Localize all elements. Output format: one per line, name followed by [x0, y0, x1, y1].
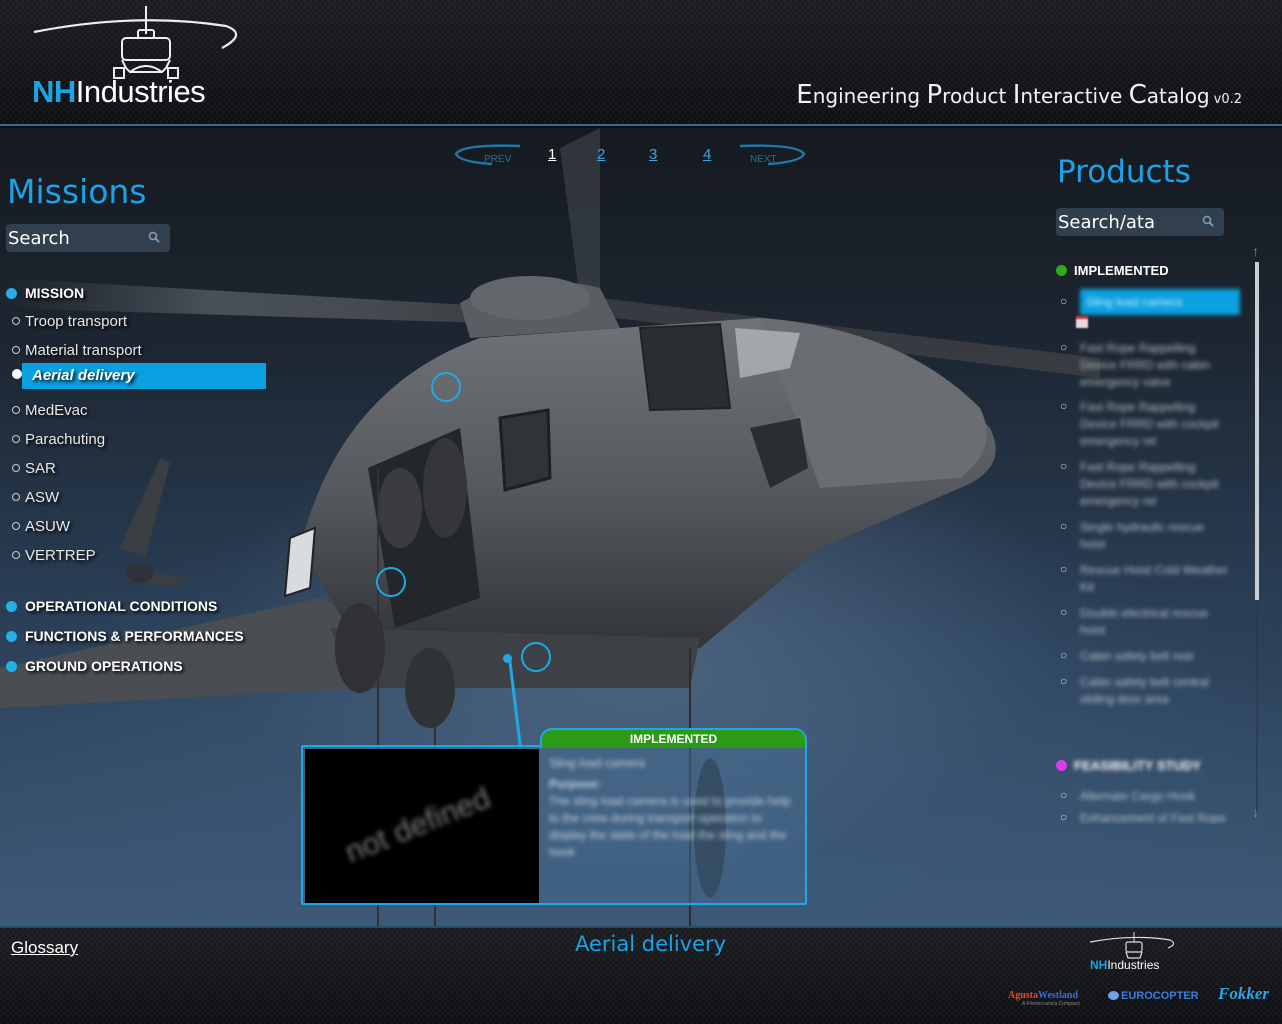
- mission-item-asuw[interactable]: ASUW: [12, 518, 70, 535]
- version-label: v0.2: [1213, 92, 1242, 107]
- category-functions-performances[interactable]: FUNCTIONS & PERFORMANCES: [6, 628, 244, 644]
- hotspot-marker[interactable]: [376, 567, 406, 597]
- nh-industries-small-logo: NHIndustries: [1090, 958, 1160, 972]
- radio-icon: ○: [1060, 399, 1068, 413]
- radio-icon: ○: [1060, 340, 1068, 354]
- pagination: PREV 1 2 3 4 NEXT: [450, 138, 810, 172]
- radio-icon: [12, 522, 20, 530]
- search-icon[interactable]: [148, 231, 160, 243]
- current-mission-label: Aerial delivery: [575, 932, 727, 956]
- calendar-icon: [1076, 316, 1088, 328]
- radio-icon: ○: [1060, 788, 1068, 802]
- bullet-icon: [6, 631, 17, 642]
- bullet-icon: [6, 288, 17, 299]
- radio-selected-icon: [12, 369, 22, 379]
- category-ground-operations[interactable]: GROUND OPERATIONS: [6, 658, 183, 674]
- radio-icon: ○: [1060, 519, 1068, 533]
- mission-search-box: [6, 224, 170, 252]
- mission-item-aerial-delivery[interactable]: Aerial delivery: [12, 363, 266, 389]
- scroll-up-arrow-icon[interactable]: ↑: [1252, 243, 1259, 259]
- title-word: Catalog: [1128, 80, 1210, 110]
- popup-purpose-text: The sling load camera is used to provide…: [549, 794, 791, 859]
- app-title: Engineering Product Interactive Catalog v…: [796, 80, 1242, 110]
- radio-icon: ○: [1060, 810, 1068, 824]
- radio-icon: ○: [1060, 459, 1068, 473]
- radio-icon: [12, 317, 20, 325]
- product-info-popup: not defined Sling load camera Purpose: T…: [301, 728, 807, 906]
- app-footer: Glossary Aerial delivery NHIndustries Ag…: [0, 926, 1282, 1024]
- hotspot-marker-active[interactable]: [521, 642, 551, 672]
- page-2-link[interactable]: 2: [597, 146, 605, 163]
- title-word: Interactive: [1012, 80, 1129, 110]
- scroll-down-arrow-icon[interactable]: ↓: [1252, 804, 1259, 820]
- mission-item-material-transport[interactable]: Material transport: [12, 342, 142, 359]
- status-dot-icon: [1056, 265, 1067, 276]
- radio-icon: [12, 493, 20, 501]
- mission-item-sar[interactable]: SAR: [12, 460, 56, 477]
- page-4-link[interactable]: 4: [703, 146, 711, 163]
- globe-icon: [1108, 991, 1119, 1000]
- next-button[interactable]: NEXT: [750, 154, 777, 165]
- prev-button[interactable]: PREV: [484, 154, 511, 165]
- search-icon[interactable]: [1202, 215, 1214, 227]
- missions-title: Missions: [7, 172, 147, 211]
- glossary-link[interactable]: Glossary: [11, 938, 78, 958]
- bullet-icon: [6, 601, 17, 612]
- radio-icon: ○: [1060, 605, 1068, 619]
- mission-item-vertrep[interactable]: VERTREP: [12, 547, 96, 564]
- agustawestland-tagline: A Finmeccanica Company: [1022, 1001, 1081, 1007]
- popup-purpose-label: Purpose:: [549, 777, 602, 791]
- page-3-link[interactable]: 3: [649, 146, 657, 163]
- product-search-input[interactable]: [1056, 208, 1224, 236]
- mission-item-asw[interactable]: ASW: [12, 489, 59, 506]
- nh-industries-logo: NHIndustries: [32, 74, 206, 109]
- mission-item-troop-transport[interactable]: Troop transport: [12, 313, 127, 330]
- radio-icon: ○: [1060, 674, 1068, 688]
- radio-icon: [12, 464, 20, 472]
- products-title: Products: [1057, 154, 1191, 190]
- page-1-link[interactable]: 1: [548, 146, 556, 163]
- product-search-box: [1056, 208, 1224, 236]
- scrollbar-thumb[interactable]: [1255, 262, 1259, 600]
- fokker-logo: Fokker: [1218, 984, 1269, 1003]
- agustawestland-logo: AgustaWestland: [1008, 990, 1079, 1001]
- popup-product-name: Sling load camera: [549, 756, 646, 770]
- main-stage: PREV 1 2 3 4 NEXT Missions MISSION Troop…: [0, 128, 1282, 926]
- status-badge: IMPLEMENTED: [540, 728, 807, 748]
- hotspot-marker[interactable]: [431, 372, 461, 402]
- mission-search-input[interactable]: [6, 224, 170, 252]
- app-header: NHIndustries Engineering Product Interac…: [0, 0, 1282, 126]
- radio-icon: ○: [1060, 648, 1068, 662]
- popup-body: not defined Sling load camera Purpose: T…: [301, 745, 807, 905]
- product-list: IMPLEMENTED ○ Sling load camera ○ Fast Rop…: [1054, 258, 1244, 824]
- category-operational-conditions[interactable]: OPERATIONAL CONDITIONS: [6, 598, 217, 614]
- radio-icon: [12, 406, 20, 414]
- title-word: Product: [926, 80, 1013, 110]
- radio-icon: [12, 551, 20, 559]
- group-implemented[interactable]: IMPLEMENTED: [1056, 263, 1169, 278]
- status-dot-icon: [1056, 760, 1067, 771]
- bullet-icon: [6, 661, 17, 672]
- title-word: Engineering: [796, 80, 927, 110]
- radio-icon: ○: [1060, 294, 1068, 308]
- radio-icon: [12, 435, 20, 443]
- radio-icon: [12, 346, 20, 354]
- product-image-placeholder: not defined: [305, 749, 539, 903]
- mission-item-medevac[interactable]: MedEvac: [12, 402, 88, 419]
- radio-icon: ○: [1060, 562, 1068, 576]
- category-mission[interactable]: MISSION: [6, 285, 84, 301]
- popup-description: Sling load camera Purpose: The sling loa…: [549, 755, 799, 861]
- group-feasibility-study[interactable]: FEASIBILITY STUDY: [1056, 758, 1201, 773]
- mission-item-parachuting[interactable]: Parachuting: [12, 431, 105, 448]
- eurocopter-logo: EUROCOPTER: [1108, 990, 1199, 1002]
